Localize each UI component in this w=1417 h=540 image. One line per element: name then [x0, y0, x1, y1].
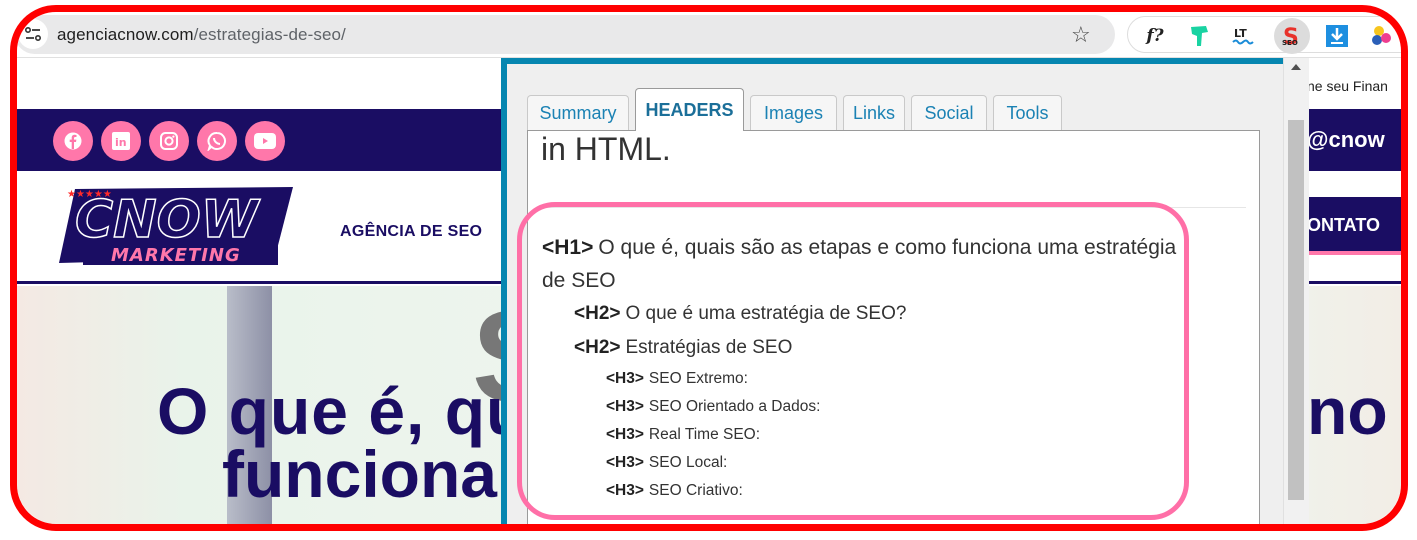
- linkedin-icon[interactable]: in: [101, 121, 141, 161]
- address-bar[interactable]: agenciacnow.com/estrategias-de-seo/ ☆: [17, 15, 1115, 54]
- svg-text:in: in: [115, 136, 127, 149]
- svg-text:LT: LT: [1234, 27, 1247, 40]
- header-tag: <H2>: [574, 337, 621, 358]
- site-info-icon[interactable]: [18, 19, 48, 49]
- header-item-h3: <H3> SEO Local:: [542, 449, 1182, 477]
- panel-intro-text: in HTML.: [541, 131, 671, 167]
- header-tag: <H1>: [542, 236, 594, 259]
- download-extension-icon[interactable]: [1324, 23, 1350, 49]
- seo-extension-popup: Summary HEADERS Images Links Social Tool…: [501, 58, 1301, 524]
- tab-tools[interactable]: Tools: [993, 95, 1062, 130]
- hero-title-line2: funciona: [222, 437, 497, 511]
- nav-agencia-de-seo[interactable]: AGÊNCIA DE SEO: [340, 223, 482, 241]
- tab-summary[interactable]: Summary: [527, 95, 629, 130]
- hero-title-line1: O que é, qu: [157, 374, 528, 448]
- tab-social[interactable]: Social: [911, 95, 987, 130]
- header-item-h1: <H1> O que é, quais são as etapas e como …: [542, 231, 1182, 297]
- green-creature-extension-icon[interactable]: [1186, 23, 1212, 49]
- url-domain: agenciacnow.com: [57, 25, 194, 44]
- header-item-h3: <H3> SEO Orientado a Dados:: [542, 393, 1182, 421]
- youtube-icon[interactable]: [245, 121, 285, 161]
- header-text: SEO Local:: [648, 454, 728, 471]
- scroll-up-arrow-icon[interactable]: [1291, 64, 1301, 70]
- url-text[interactable]: agenciacnow.com/estrategias-de-seo/: [57, 25, 346, 45]
- header-tag: <H3>: [606, 370, 644, 387]
- header-item-h3: <H3> SEO Criativo:: [542, 477, 1182, 505]
- browser-toolbar: agenciacnow.com/estrategias-de-seo/ ☆ f?…: [17, 12, 1401, 57]
- extensions-bar: f? LT S SEO: [1127, 16, 1401, 54]
- header-text: SEO Orientado a Dados:: [648, 398, 821, 415]
- header-text: O que é, quais são as etapas e como func…: [542, 236, 1177, 292]
- header-text: SEO Extremo:: [648, 370, 748, 387]
- contact-button-label: ONTATO: [1307, 215, 1380, 235]
- header-tag: <H3>: [606, 482, 644, 499]
- header-tag: <H3>: [606, 426, 644, 443]
- header-text: O que é uma estratégia de SEO?: [625, 303, 907, 324]
- headers-highlight-box: <H1> O que é, quais são as etapas e como …: [517, 202, 1189, 520]
- seo-extension-icon[interactable]: S SEO: [1279, 23, 1305, 49]
- tab-links[interactable]: Links: [843, 95, 905, 130]
- hero-title-line1-end: no: [1307, 374, 1388, 448]
- scrollbar-thumb[interactable]: [1288, 120, 1304, 500]
- facebook-icon[interactable]: [53, 121, 93, 161]
- svg-text:SEO: SEO: [1282, 39, 1298, 47]
- header-item-h2: <H2> O que é uma estratégia de SEO?: [542, 297, 1182, 331]
- headers-list: <H1> O que é, quais são as etapas e como …: [542, 231, 1182, 505]
- topbar-text[interactable]: ne seu Finan: [1307, 78, 1388, 94]
- header-item-h3: <H3> SEO Extremo:: [542, 365, 1182, 393]
- instagram-handle[interactable]: @cnow: [1307, 127, 1385, 153]
- header-tag: <H2>: [574, 303, 621, 324]
- header-item-h2: <H2> Estratégias de SEO: [542, 331, 1182, 365]
- popup-scrollbar[interactable]: [1283, 58, 1309, 524]
- languagetool-extension-icon[interactable]: LT: [1230, 23, 1256, 49]
- header-text: Real Time SEO:: [648, 426, 761, 443]
- url-path: /estrategias-de-seo/: [193, 25, 346, 44]
- whatsapp-icon[interactable]: [197, 121, 237, 161]
- header-text: Estratégias de SEO: [625, 337, 793, 358]
- color-extension-icon[interactable]: [1368, 23, 1394, 49]
- logo-sub-text: MARKETING: [111, 245, 241, 266]
- header-tag: <H3>: [606, 398, 644, 415]
- header-text: SEO Criativo:: [648, 482, 743, 499]
- header-tag: <H3>: [606, 454, 644, 471]
- header-item-h3: <H3> Real Time SEO:: [542, 421, 1182, 449]
- instagram-icon[interactable]: [149, 121, 189, 161]
- screenshot-area: agenciacnow.com/estrategias-de-seo/ ☆ f?…: [17, 12, 1401, 524]
- tab-images[interactable]: Images: [750, 95, 837, 130]
- cnow-marketing-logo[interactable]: CNOW ★★★★★ MARKETING: [53, 179, 298, 273]
- tab-headers[interactable]: HEADERS: [635, 88, 744, 131]
- svg-text:★★★★★: ★★★★★: [67, 189, 112, 200]
- font-identifier-extension-icon[interactable]: f?: [1142, 23, 1168, 49]
- bookmark-star-icon[interactable]: ☆: [1071, 23, 1091, 48]
